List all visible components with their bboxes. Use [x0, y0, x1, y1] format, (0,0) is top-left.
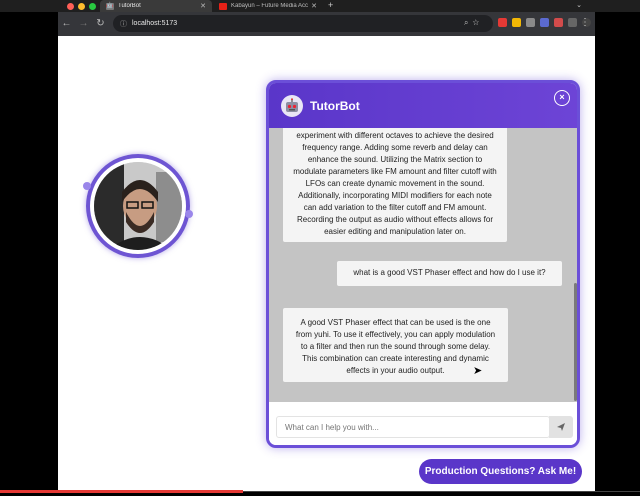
tab-title: Kabayun – Future Media Acc: [231, 3, 309, 9]
chat-close-button[interactable]: ×: [554, 90, 570, 106]
chat-header: TutorBot ×: [269, 83, 577, 128]
window-minimize-button[interactable]: [78, 3, 85, 10]
extension-icon[interactable]: [512, 18, 521, 27]
mouse-pointer-icon: ➤: [473, 365, 483, 377]
new-tab-button[interactable]: +: [328, 0, 333, 11]
site-info-icon[interactable]: ⓘ: [120, 19, 127, 29]
robot-favicon-icon: 🤖: [106, 2, 114, 10]
extension-icon[interactable]: [498, 18, 507, 27]
chat-input-area: [269, 402, 577, 445]
reload-icon[interactable]: ↻: [92, 12, 109, 36]
extension-icon[interactable]: [554, 18, 563, 27]
page-viewport: TutorBot × experiment with different oct…: [58, 36, 595, 491]
zoom-and-bookmark-icons[interactable]: ⌕☆: [464, 18, 483, 28]
tutor-avatar: [83, 154, 193, 258]
right-letterbox: [595, 12, 640, 496]
tab-close-icon[interactable]: ✕: [200, 2, 206, 10]
youtube-favicon-icon: [219, 2, 227, 10]
avatar-decoration-dot: [83, 182, 91, 190]
forward-arrow-icon[interactable]: →: [75, 12, 92, 36]
extension-icon[interactable]: [526, 18, 535, 27]
tab-close-icon[interactable]: ✕: [311, 2, 317, 10]
chat-input[interactable]: [276, 416, 550, 438]
user-message: what is a good VST Phaser effect and how…: [337, 261, 562, 286]
tab-tutorbot[interactable]: 🤖 TutorBot ✕: [100, 0, 212, 12]
message-scrollbar[interactable]: [574, 283, 577, 401]
ask-me-button[interactable]: Production Questions? Ask Me!: [419, 459, 582, 484]
tab-search-icon[interactable]: ⌄: [576, 1, 582, 9]
video-progress-bar[interactable]: [0, 490, 243, 493]
kebab-menu-icon[interactable]: ⋮: [580, 17, 590, 28]
avatar-decoration-dot: [185, 210, 193, 218]
back-arrow-icon[interactable]: ←: [58, 12, 75, 36]
chat-title: TutorBot: [310, 98, 360, 113]
puzzle-icon[interactable]: [568, 18, 577, 27]
url-text: localhost:5173: [132, 20, 178, 27]
send-button[interactable]: [549, 416, 573, 438]
browser-tab-strip: 🤖 TutorBot ✕ Kabayun – Future Media Acc …: [0, 0, 640, 12]
window-close-button[interactable]: [67, 3, 74, 10]
tab-kabayun[interactable]: Kabayun – Future Media Acc ✕: [213, 0, 323, 12]
robot-icon: [281, 94, 303, 117]
extensions-bar: [498, 18, 591, 27]
left-letterbox: [0, 12, 58, 496]
send-icon: [557, 423, 565, 431]
address-bar[interactable]: ⓘ localhost:5173 ⌕☆: [113, 15, 493, 32]
window-maximize-button[interactable]: [89, 3, 96, 10]
message-list[interactable]: experiment with different octaves to ach…: [269, 128, 577, 402]
bot-message: experiment with different octaves to ach…: [283, 128, 507, 242]
browser-toolbar: ← → ↻ ⓘ localhost:5173 ⌕☆ ⋮: [58, 12, 595, 36]
avatar-video: [94, 162, 182, 250]
chat-widget: TutorBot × experiment with different oct…: [266, 80, 580, 448]
extension-icon[interactable]: [540, 18, 549, 27]
person-portrait-icon: [94, 162, 182, 250]
tab-title: TutorBot: [118, 3, 141, 9]
